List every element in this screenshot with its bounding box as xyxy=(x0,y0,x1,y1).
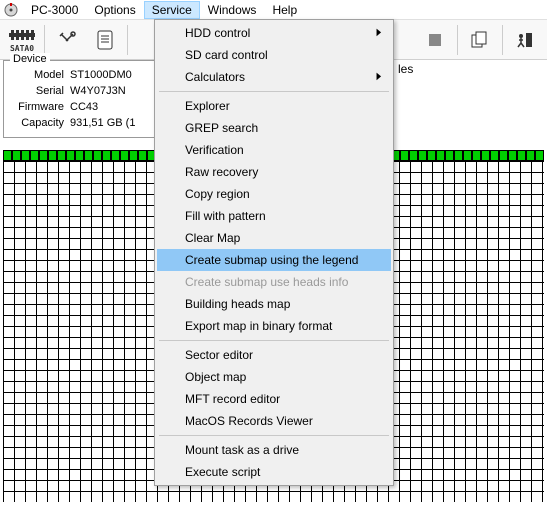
menubar: PC-3000 Options Service Windows Help xyxy=(0,0,547,20)
map-cell xyxy=(75,150,84,161)
device-panel: Device ModelST1000DM0 SerialW4Y07J3N Fir… xyxy=(3,60,163,138)
map-cell xyxy=(3,150,12,161)
map-cell xyxy=(463,150,472,161)
menu-item-create-submap-using-the-legend[interactable]: Create submap using the legend xyxy=(157,249,391,271)
serial-value: W4Y07J3N xyxy=(70,83,126,99)
capacity-label: Capacity xyxy=(12,115,64,131)
tools-button[interactable] xyxy=(49,23,85,57)
menu-item-building-heads-map[interactable]: Building heads map xyxy=(157,293,391,315)
menu-item-copy-region[interactable]: Copy region xyxy=(157,183,391,205)
menu-item-hdd-control[interactable]: HDD control▶ xyxy=(157,22,391,44)
report-button[interactable] xyxy=(87,23,123,57)
menu-item-verification[interactable]: Verification xyxy=(157,139,391,161)
toolbar-separator xyxy=(127,25,128,55)
menu-item-execute-script[interactable]: Execute script xyxy=(157,461,391,483)
model-label: Model xyxy=(12,67,64,83)
submenu-arrow-icon: ▶ xyxy=(377,27,382,38)
toolbar-separator xyxy=(502,25,503,55)
service-menu-dropdown: HDD control▶SD card controlCalculators▶ E… xyxy=(154,19,394,486)
stop-button[interactable] xyxy=(417,23,453,57)
menu-separator xyxy=(159,91,389,92)
map-cell xyxy=(57,150,66,161)
map-cell xyxy=(499,150,508,161)
serial-label: Serial xyxy=(12,83,64,99)
map-cell xyxy=(481,150,490,161)
menu-pc3000[interactable]: PC-3000 xyxy=(23,1,86,19)
toolbar-separator xyxy=(44,25,45,55)
map-cell xyxy=(472,150,481,161)
menu-item-clear-map[interactable]: Clear Map xyxy=(157,227,391,249)
map-cell xyxy=(138,150,147,161)
menu-item-calculators[interactable]: Calculators▶ xyxy=(157,66,391,88)
menu-item-object-map[interactable]: Object map xyxy=(157,366,391,388)
capacity-value: 931,51 GB (1 xyxy=(70,115,135,131)
menu-item-macos-records-viewer[interactable]: MacOS Records Viewer xyxy=(157,410,391,432)
map-cell xyxy=(93,150,102,161)
copy-button[interactable] xyxy=(462,23,498,57)
menu-item-raw-recovery[interactable]: Raw recovery xyxy=(157,161,391,183)
menu-item-mount-task-as-a-drive[interactable]: Mount task as a drive xyxy=(157,439,391,461)
map-cell xyxy=(39,150,48,161)
firmware-value: CC43 xyxy=(70,99,98,115)
map-cell xyxy=(66,150,75,161)
map-cell xyxy=(12,150,21,161)
map-cell xyxy=(21,150,30,161)
menu-item-fill-with-pattern[interactable]: Fill with pattern xyxy=(157,205,391,227)
menu-item-export-map-in-binary-format[interactable]: Export map in binary format xyxy=(157,315,391,337)
menu-options[interactable]: Options xyxy=(86,1,143,19)
menu-service[interactable]: Service xyxy=(144,1,200,19)
map-cell xyxy=(129,150,138,161)
map-cell xyxy=(535,150,544,161)
map-cell xyxy=(409,150,418,161)
map-cell xyxy=(48,150,57,161)
menu-separator xyxy=(159,435,389,436)
map-cell xyxy=(490,150,499,161)
menu-item-sd-card-control[interactable]: SD card control xyxy=(157,44,391,66)
device-legend: Device xyxy=(10,53,50,65)
toolbar-separator xyxy=(457,25,458,55)
map-cell xyxy=(30,150,39,161)
map-cell xyxy=(517,150,526,161)
map-cell xyxy=(400,150,409,161)
map-cell xyxy=(120,150,129,161)
map-cell xyxy=(508,150,517,161)
menu-item-explorer[interactable]: Explorer xyxy=(157,95,391,117)
menu-item-mft-record-editor[interactable]: MFT record editor xyxy=(157,388,391,410)
menu-windows[interactable]: Windows xyxy=(200,1,265,19)
firmware-label: Firmware xyxy=(12,99,64,115)
map-cell xyxy=(427,150,436,161)
map-cell xyxy=(102,150,111,161)
menu-item-grep-search[interactable]: GREP search xyxy=(157,117,391,139)
app-icon xyxy=(3,2,19,18)
map-cell xyxy=(436,150,445,161)
map-cell xyxy=(454,150,463,161)
map-cell xyxy=(84,150,93,161)
exit-button[interactable] xyxy=(507,23,543,57)
map-cell xyxy=(526,150,535,161)
model-value: ST1000DM0 xyxy=(70,67,132,83)
menu-item-create-submap-use-heads-info: Create submap use heads info xyxy=(157,271,391,293)
tab-fragment[interactable]: les xyxy=(398,62,413,76)
submenu-arrow-icon: ▶ xyxy=(377,71,382,82)
menu-help[interactable]: Help xyxy=(264,1,305,19)
sata-port-button[interactable]: SATA0 xyxy=(4,23,40,57)
menu-item-sector-editor[interactable]: Sector editor xyxy=(157,344,391,366)
map-cell xyxy=(445,150,454,161)
menu-separator xyxy=(159,340,389,341)
sata-label: SATA0 xyxy=(9,45,35,53)
map-cell xyxy=(418,150,427,161)
map-cell xyxy=(111,150,120,161)
